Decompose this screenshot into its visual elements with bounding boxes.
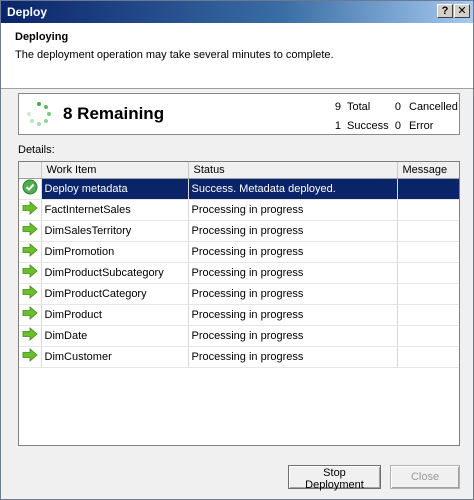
table-row[interactable]: DimProduct Processing in progress xyxy=(19,304,459,326)
work-item-cell: DimSalesTerritory xyxy=(41,220,189,242)
work-item-cell: DimProductCategory xyxy=(41,283,189,305)
cancelled-label: Cancelled xyxy=(409,101,458,113)
close-window-button[interactable]: ✕ xyxy=(454,4,470,18)
header-description: The deployment operation may take severa… xyxy=(15,49,334,61)
success-count: 1 xyxy=(334,120,341,132)
work-item-cell: DimCustomer xyxy=(41,346,189,368)
column-header-icon xyxy=(19,162,42,179)
message-cell xyxy=(397,346,459,368)
row-status-cell xyxy=(19,220,42,242)
deploy-dialog: Deploy ? ✕ Deploying The deployment oper… xyxy=(0,0,474,500)
error-count: 0 xyxy=(394,120,401,132)
arrow-icon xyxy=(22,222,38,239)
arrow-icon xyxy=(22,264,38,281)
arrow-icon xyxy=(22,327,38,344)
total-count: 9 xyxy=(334,101,341,113)
message-cell xyxy=(397,283,459,305)
arrow-icon xyxy=(22,306,38,323)
work-item-cell: FactInternetSales xyxy=(41,199,189,221)
arrow-icon xyxy=(22,285,38,302)
table-row[interactable]: DimProductSubcategory Processing in progr… xyxy=(19,262,459,284)
progress-spinner-icon xyxy=(27,102,51,126)
title-bar[interactable]: Deploy ? ✕ xyxy=(1,1,473,23)
table-row[interactable]: Deploy metadata Success. Metadata deploye… xyxy=(19,178,459,200)
message-cell xyxy=(397,325,459,347)
row-status-cell xyxy=(19,283,42,305)
status-cell: Processing in progress xyxy=(188,283,398,305)
cancelled-count: 0 xyxy=(394,101,401,113)
work-item-cell: Deploy metadata xyxy=(41,178,189,200)
row-status-cell xyxy=(19,346,42,368)
column-header-message[interactable]: Message xyxy=(397,162,459,179)
success-icon xyxy=(22,179,38,198)
table-row[interactable]: DimDate Processing in progress xyxy=(19,325,459,347)
row-status-cell xyxy=(19,262,42,284)
row-status-cell xyxy=(19,325,42,347)
work-item-cell: DimPromotion xyxy=(41,241,189,263)
status-cell: Processing in progress xyxy=(188,304,398,326)
status-cell: Processing in progress xyxy=(188,199,398,221)
row-status-cell xyxy=(19,199,42,221)
work-item-cell: DimProductSubcategory xyxy=(41,262,189,284)
message-cell xyxy=(397,178,459,200)
column-header-work-item[interactable]: Work Item xyxy=(41,162,189,179)
close-button[interactable]: Close xyxy=(390,465,460,489)
grid-header-row: Work Item Status Message xyxy=(19,162,459,179)
table-row[interactable]: FactInternetSales Processing in progress xyxy=(19,199,459,221)
remaining-count: 8 Remaining xyxy=(63,104,165,123)
status-cell: Success. Metadata deployed. xyxy=(188,178,398,200)
column-header-status[interactable]: Status xyxy=(188,162,398,179)
status-cell: Processing in progress xyxy=(188,346,398,368)
total-label: Total xyxy=(347,101,371,113)
table-row[interactable]: DimProductCategory Processing in progress xyxy=(19,283,459,305)
message-cell xyxy=(397,220,459,242)
status-panel: 8 Remaining 9 Total 0 Cancelled 1 Succes… xyxy=(18,93,460,135)
window-title: Deploy xyxy=(7,5,48,19)
status-cell: Processing in progress xyxy=(188,241,398,263)
table-row[interactable]: DimPromotion Processing in progress xyxy=(19,241,459,263)
arrow-icon xyxy=(22,243,38,260)
details-grid[interactable]: Work Item Status Message Deploy metadata… xyxy=(18,161,460,446)
arrow-icon xyxy=(22,201,38,218)
message-cell xyxy=(397,262,459,284)
status-cell: Processing in progress xyxy=(188,220,398,242)
row-status-cell xyxy=(19,241,42,263)
success-label: Success xyxy=(347,120,389,132)
work-item-cell: DimDate xyxy=(41,325,189,347)
status-cell: Processing in progress xyxy=(188,325,398,347)
message-cell xyxy=(397,199,459,221)
arrow-icon xyxy=(22,348,38,365)
help-button[interactable]: ? xyxy=(437,4,453,18)
dialog-header: Deploying The deployment operation may t… xyxy=(1,23,473,89)
status-cell: Processing in progress xyxy=(188,262,398,284)
error-label: Error xyxy=(409,120,434,132)
details-label: Details: xyxy=(18,144,55,156)
table-row[interactable]: DimSalesTerritory Processing in progress xyxy=(19,220,459,242)
header-title: Deploying xyxy=(15,31,69,43)
work-item-cell: DimProduct xyxy=(41,304,189,326)
message-cell xyxy=(397,241,459,263)
table-row[interactable]: DimCustomer Processing in progress xyxy=(19,346,459,368)
stop-deployment-button[interactable]: Stop Deployment xyxy=(288,465,381,491)
row-status-cell xyxy=(19,178,42,200)
message-cell xyxy=(397,304,459,326)
row-status-cell xyxy=(19,304,42,326)
